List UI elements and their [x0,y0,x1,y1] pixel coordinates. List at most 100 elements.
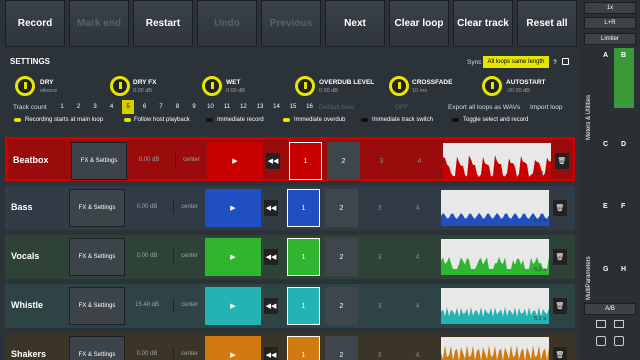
clear-track-button[interactable]: Clear track [453,0,513,47]
letter-d[interactable]: D [621,141,626,148]
loop-slot[interactable]: 2 [327,142,360,180]
track-pan[interactable]: center [173,200,205,214]
track-pan[interactable]: center [173,298,205,312]
sync-dropdown[interactable]: All loops same length [483,56,549,68]
delete-icon[interactable]: 🗑 [553,347,567,360]
rewind-button[interactable]: ◀◀ [264,249,278,265]
loop-slot[interactable]: 1 [287,336,320,360]
paste-icon[interactable] [614,320,624,328]
loop-slot[interactable]: 1 [287,238,320,276]
window-icon[interactable] [562,58,569,65]
track-volume[interactable]: 0.00 dB [129,347,165,360]
letter-a[interactable]: A [603,52,608,59]
waveform-display[interactable]: 5.2 s [441,239,549,275]
toggle-indicator[interactable] [361,118,368,122]
restart-button[interactable]: Restart [133,0,193,47]
rewind-button[interactable]: ◀◀ [264,200,278,216]
play-button[interactable]: ▶ [205,287,261,325]
track-name[interactable]: Vocals [11,251,39,261]
track-pan[interactable]: center [173,249,205,263]
letter-g[interactable]: G [603,266,608,273]
ab-button[interactable]: A/B [584,303,636,315]
option-toggle-select-record[interactable]: Toggle select and record [463,117,528,123]
delete-icon[interactable]: 🗑 [553,249,567,265]
crossfade-knob[interactable] [389,76,409,96]
fx-settings-button[interactable]: FX & Settings [69,238,125,276]
fx-settings-button[interactable]: FX & Settings [69,189,125,227]
reset-all-button[interactable]: Reset all [517,0,577,47]
loop-slot[interactable]: 1 [289,142,322,180]
dry-fx-knob[interactable] [110,76,130,96]
loop-slot[interactable]: 2 [325,238,358,276]
loop-slot[interactable]: 1 [287,287,320,325]
option-recording-starts[interactable]: Recording starts at main loop [25,117,103,123]
track-count-option[interactable]: 14 [271,100,283,114]
toggle-indicator[interactable] [283,118,290,122]
track-count-option[interactable]: 11 [221,100,233,114]
undo-button[interactable]: Undo [197,0,257,47]
loop-slot[interactable]: 4 [401,189,434,227]
loop-slot[interactable]: 3 [363,189,396,227]
track-pan[interactable]: center [173,347,205,360]
track-name[interactable]: Whistle [11,300,43,310]
speed-button[interactable]: 1x [584,2,636,14]
delete-icon[interactable]: 🗑 [553,200,567,216]
rewind-button[interactable]: ◀◀ [264,298,278,314]
loop-slot[interactable]: 4 [401,336,434,360]
loop-slot[interactable]: 2 [325,287,358,325]
track-count-option[interactable]: 13 [254,100,266,114]
dry-knob[interactable] [15,76,35,96]
export-all-button[interactable]: Export all loops as WAVs [448,104,520,111]
delete-icon[interactable]: 🗑 [553,298,567,314]
track-name[interactable]: Shakers [11,349,46,359]
track-count-option[interactable]: 5 [122,100,134,114]
track-volume[interactable]: 0.00 dB [129,249,165,263]
loop-slot[interactable]: 4 [401,238,434,276]
toggle-indicator[interactable] [206,118,213,122]
option-immediate-record[interactable]: Immediate record [217,117,264,123]
waveform-display[interactable]: 5.2 s [441,288,549,324]
limiter-button[interactable]: Limiter [584,33,636,45]
option-immediate-track-switch[interactable]: Immediate track switch [372,117,433,123]
track-count-option[interactable]: 15 [287,100,299,114]
fx-settings-button[interactable]: FX & Settings [71,142,127,180]
previous-button[interactable]: Previous [261,0,321,47]
waveform-display[interactable]: 5.2 s [441,190,549,226]
track-count-option[interactable]: 6 [139,100,151,114]
loop-slot[interactable]: 3 [363,287,396,325]
next-button[interactable]: Next [325,0,385,47]
overdub-knob[interactable] [295,76,315,96]
track-count-option[interactable]: 16 [304,100,316,114]
loop-slot[interactable]: 3 [365,142,398,180]
track-count-option[interactable]: 10 [205,100,217,114]
import-loop-button[interactable]: Import loop [530,104,563,111]
option-immediate-overdub[interactable]: Immediate overdub [294,117,345,123]
meters-utilities-tab[interactable]: Meters & Utilities [586,95,592,140]
track-count-option[interactable]: 1 [56,100,68,114]
rewind-button[interactable]: ◀◀ [266,153,280,169]
settings-icon[interactable] [596,336,606,346]
toggle-indicator[interactable] [452,118,459,122]
option-follow-host[interactable]: Follow host playback [134,117,190,123]
fx-settings-button[interactable]: FX & Settings [69,287,125,325]
waveform-display[interactable]: 5.2 s [443,143,551,179]
letter-h[interactable]: H [621,266,626,273]
track-volume[interactable]: 0.00 dB [131,153,167,167]
clear-loop-button[interactable]: Clear loop [389,0,449,47]
wet-knob[interactable] [202,76,222,96]
track-volume[interactable]: 15.48 dB [129,298,165,312]
toggle-indicator[interactable] [14,118,21,122]
track-count-option[interactable]: 9 [188,100,200,114]
track-count-option[interactable]: 7 [155,100,167,114]
loop-slot[interactable]: 3 [363,336,396,360]
loop-slot[interactable]: 4 [401,287,434,325]
delete-icon[interactable]: 🗑 [555,153,569,169]
track-count-option[interactable]: 4 [106,100,118,114]
letter-f[interactable]: F [621,203,625,210]
toggle-indicator[interactable] [124,118,131,122]
play-button[interactable]: ▶ [205,336,261,360]
copy-icon[interactable] [596,320,606,328]
channel-button[interactable]: L+R [584,17,636,29]
loop-slot[interactable]: 1 [287,189,320,227]
track-count-option[interactable]: 12 [238,100,250,114]
